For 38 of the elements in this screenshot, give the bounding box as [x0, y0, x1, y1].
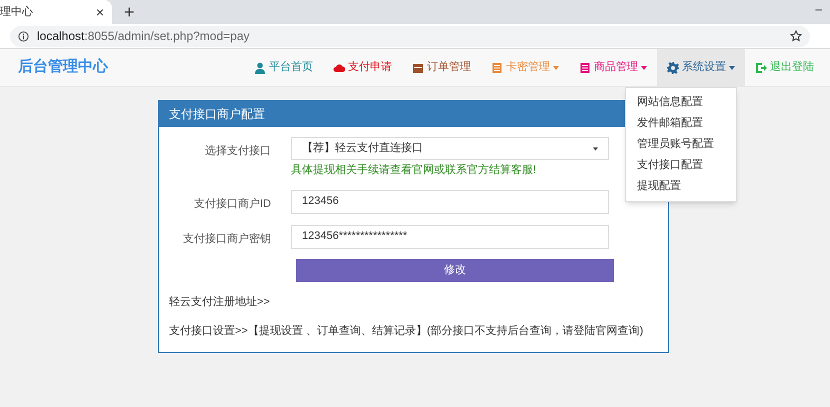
settings-link[interactable]: 支付接口设置>>【提现设置 、订单查询、结算记录】(部分接口不支持后台查询，请登陆官网查询) [169, 323, 658, 340]
field-label: 选择支付接口 [204, 144, 272, 159]
nav-link[interactable]: 支付申请 [323, 49, 402, 86]
caret-icon [593, 146, 598, 150]
submit-button[interactable]: 修改 [296, 258, 614, 282]
settings-icon [667, 62, 679, 74]
hint-text: 具体提现相关手续请查看官网或联系官方结算客服! [291, 162, 538, 178]
star-icon[interactable] [790, 30, 802, 42]
close-button[interactable]: × [96, 2, 104, 22]
cloud-icon [333, 62, 345, 74]
url-text: localhost:8055/admin/set.php?mod=pay [37, 28, 250, 45]
logout-icon [755, 62, 767, 74]
nav-link[interactable]: 商品管理 [569, 49, 657, 86]
nav-link[interactable]: 系统设置 [657, 49, 745, 86]
input-field[interactable]: 123456 [291, 190, 609, 214]
menu-item[interactable]: 网站信息配置 [626, 92, 736, 113]
user-icon [254, 62, 266, 74]
caret-icon [641, 66, 647, 70]
field-label: 支付接口商户ID [193, 196, 272, 212]
minimize-button[interactable]: – [815, 0, 822, 18]
list-icon [491, 62, 503, 74]
menu-item[interactable]: 支付接口配置 [626, 155, 736, 176]
select-field[interactable]: 【荐】轻云支付直连接口 [291, 137, 609, 160]
caret-icon [553, 66, 559, 70]
nav-link[interactable]: 平台首页 [244, 49, 323, 86]
menu-item[interactable]: 提现配置 [626, 176, 736, 197]
menu-item[interactable]: 发件邮箱配置 [626, 113, 736, 134]
list-icon [579, 62, 591, 74]
address-bar[interactable]: localhost:8055/admin/set.php?mod=pay [10, 26, 810, 46]
menu-item[interactable]: 管理员账号配置 [626, 134, 736, 155]
input-field[interactable]: 123456**************** [291, 224, 609, 248]
field-label: 支付接口商户密钥 [182, 232, 272, 246]
new-tab-button[interactable]: + [124, 3, 135, 21]
register-link[interactable]: 轻云支付注册地址>> [169, 294, 658, 310]
info-icon [18, 30, 29, 42]
caret-icon [729, 66, 735, 70]
nav-link[interactable]: 订单管理 [402, 49, 481, 86]
browser-tab[interactable]: 理中心 × [0, 0, 112, 24]
